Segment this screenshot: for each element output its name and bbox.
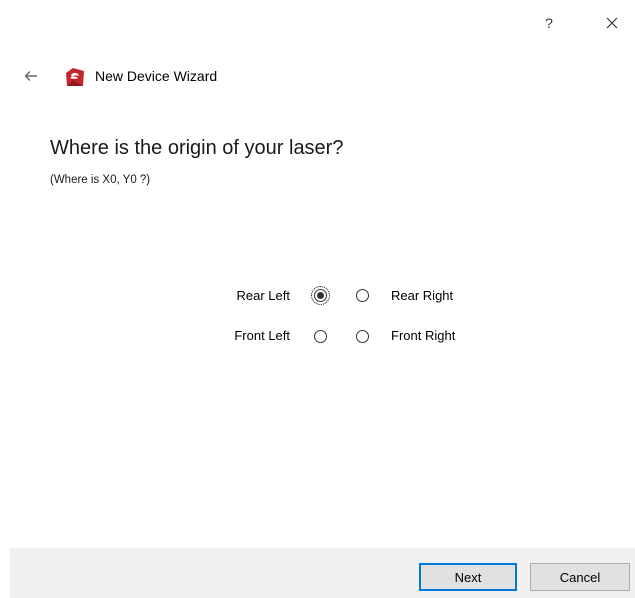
cancel-button[interactable]: Cancel [530,563,630,591]
rear-left-label[interactable]: Rear Left [237,288,290,303]
page-subquestion: (Where is X0, Y0 ?) [50,174,151,186]
page-question: Where is the origin of your laser? [50,137,344,159]
help-button-label: ? [545,15,553,31]
rear-right-radio[interactable] [356,289,369,302]
help-button[interactable]: ? [534,8,564,38]
close-icon [606,17,618,29]
front-right-radio[interactable] [356,330,369,343]
back-button[interactable] [20,66,42,86]
front-right-label[interactable]: Front Right [391,328,455,343]
rear-right-label[interactable]: Rear Right [391,288,453,303]
close-button[interactable] [597,8,627,38]
next-button[interactable]: Next [419,563,517,591]
back-arrow-icon [24,71,37,81]
rear-left-radio[interactable] [311,286,330,305]
wizard-title: New Device Wizard [95,68,218,84]
app-logo-icon [66,68,84,86]
front-left-label[interactable]: Front Left [234,328,290,343]
front-left-radio[interactable] [314,330,327,343]
